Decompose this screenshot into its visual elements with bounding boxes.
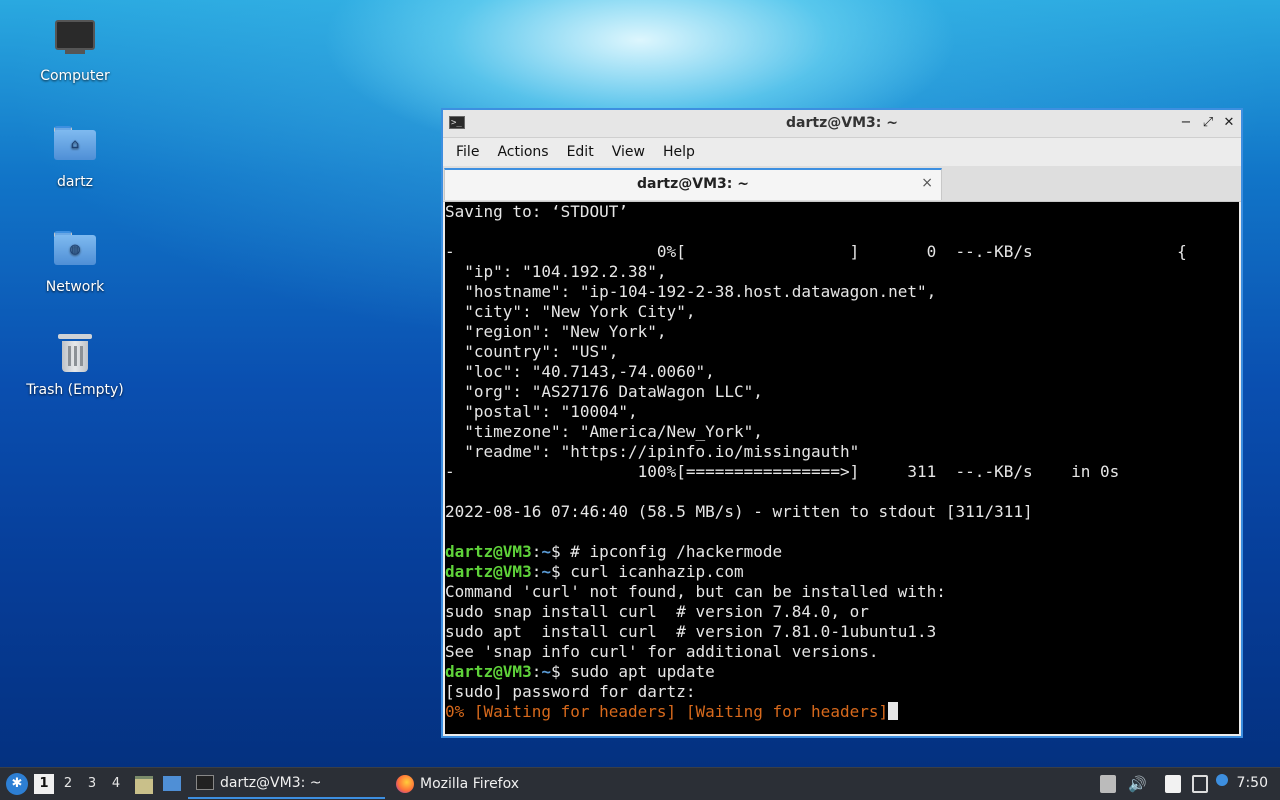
- maximize-button[interactable]: ⤢: [1199, 114, 1217, 132]
- output-line: "hostname": "ip-104-192-2-38.host.datawa…: [445, 282, 937, 301]
- command-text: # ipconfig /hackermode: [570, 542, 783, 561]
- close-button[interactable]: ✕: [1220, 114, 1238, 132]
- workspace-2[interactable]: 2: [58, 774, 78, 794]
- volume-icon[interactable]: 🔊: [1128, 775, 1147, 793]
- output-line: "readme": "https://ipinfo.io/missingauth…: [445, 442, 860, 461]
- network-folder-icon: ◍: [53, 231, 97, 275]
- window-titlebar[interactable]: >_ dartz@VM3: ~ − ⤢ ✕: [443, 110, 1241, 138]
- terminal-console[interactable]: Saving to: ‘STDOUT’ - 0%[ ] 0 --.-KB/s {…: [445, 202, 1239, 734]
- desktop-icon-dartz[interactable]: ⌂ dartz: [15, 120, 135, 190]
- workspace-3[interactable]: 3: [82, 774, 102, 794]
- tab-label: dartz@VM3: ~: [637, 176, 749, 192]
- prompt-end: $: [550, 562, 571, 581]
- command-text: curl icanhazip.com: [570, 562, 744, 581]
- desktop-icon-trash[interactable]: Trash (Empty): [15, 330, 135, 398]
- desktop-icon-label: Network: [45, 279, 105, 295]
- task-firefox[interactable]: Mozilla Firefox: [388, 768, 588, 799]
- desktop-icon-label: Computer: [40, 68, 110, 84]
- start-menu-icon[interactable]: ✱: [6, 773, 28, 795]
- update-notifier-icon[interactable]: [1100, 775, 1116, 793]
- output-line: "region": "New York",: [445, 322, 667, 341]
- prompt-separator: :: [531, 542, 542, 561]
- output-line: - 100%[================>] 311 --.-KB/s i…: [445, 462, 1120, 481]
- tab-bar: dartz@VM3: ~ ×: [443, 166, 1241, 202]
- taskbar: ✱ 1 2 3 4 dartz@VM3: ~ Mozilla Firefox 🔊…: [0, 767, 1280, 800]
- prompt-path: ~: [541, 542, 551, 561]
- prompt-end: $: [550, 542, 571, 561]
- output-line: - 0%[ ] 0 --.-KB/s {: [445, 242, 1187, 261]
- desktop-icon-network[interactable]: ◍ Network: [15, 225, 135, 295]
- output-line: 2022-08-16 07:46:40 (58.5 MB/s) - writte…: [445, 502, 1033, 521]
- desktop-icon-label: dartz: [56, 174, 94, 190]
- task-label: dartz@VM3: ~: [220, 774, 322, 791]
- output-line: sudo snap install curl # version 7.84.0,…: [445, 602, 869, 621]
- output-line: "timezone": "America/New_York",: [445, 422, 763, 441]
- prompt-path: ~: [541, 562, 551, 581]
- prompt-separator: :: [531, 562, 542, 581]
- command-line: dartz@VM3:~$ sudo apt update: [445, 662, 1239, 682]
- show-desktop-icon[interactable]: [163, 776, 181, 791]
- clipboard-icon[interactable]: [1165, 775, 1181, 793]
- clock[interactable]: 7:50: [1237, 775, 1268, 791]
- menu-actions[interactable]: Actions: [488, 138, 557, 166]
- output-line: "org": "AS27176 DataWagon LLC",: [445, 382, 763, 401]
- task-label: Mozilla Firefox: [420, 775, 520, 792]
- prompt-user: dartz@VM3: [445, 562, 532, 581]
- output-line: "loc": "40.7143,-74.0060",: [445, 362, 715, 381]
- menu-bar: File Actions Edit View Help: [443, 138, 1241, 166]
- command-text: sudo apt update: [570, 662, 715, 681]
- desktop-icon-computer[interactable]: Computer: [15, 14, 135, 84]
- network-icon[interactable]: [1192, 775, 1208, 793]
- output-line: "postal": "10004",: [445, 402, 638, 421]
- tab-close-icon[interactable]: ×: [921, 175, 933, 191]
- task-terminal[interactable]: dartz@VM3: ~: [188, 768, 385, 799]
- output-line: See 'snap info curl' for additional vers…: [445, 642, 879, 661]
- output-line: "ip": "104.192.2.38",: [445, 262, 667, 281]
- status-line: 0% [Waiting for headers] [Waiting for he…: [445, 702, 1239, 722]
- prompt-user: dartz@VM3: [445, 542, 532, 561]
- prompt-path: ~: [541, 662, 551, 681]
- terminal-icon: [196, 775, 214, 790]
- output-line: Command 'curl' not found, but can be ins…: [445, 582, 946, 601]
- output-line: "city": "New York City",: [445, 302, 696, 321]
- command-line: dartz@VM3:~$ curl icanhazip.com: [445, 562, 1239, 582]
- trash-icon: [53, 334, 97, 378]
- menu-file[interactable]: File: [447, 138, 488, 166]
- workspace-1[interactable]: 1: [34, 774, 54, 794]
- terminal-window[interactable]: >_ dartz@VM3: ~ − ⤢ ✕ File Actions Edit …: [441, 108, 1243, 738]
- tab-terminal[interactable]: dartz@VM3: ~ ×: [444, 168, 942, 200]
- apt-status: 0% [Waiting for headers] [Waiting for he…: [445, 702, 889, 721]
- prompt-end: $: [550, 662, 571, 681]
- window-title: dartz@VM3: ~: [786, 115, 898, 131]
- menu-help[interactable]: Help: [654, 138, 704, 166]
- file-manager-icon[interactable]: [135, 776, 153, 794]
- home-folder-icon: ⌂: [53, 126, 97, 170]
- computer-icon: [53, 20, 97, 64]
- output-line: sudo apt install curl # version 7.81.0-1…: [445, 622, 937, 641]
- text-cursor: [888, 702, 899, 720]
- command-line: dartz@VM3:~$ # ipconfig /hackermode: [445, 542, 1239, 562]
- sudo-prompt: [sudo] password for dartz:: [445, 682, 696, 701]
- menu-edit[interactable]: Edit: [558, 138, 603, 166]
- desktop-icon-label: Trash (Empty): [26, 382, 124, 398]
- prompt-separator: :: [531, 662, 542, 681]
- output-line: "country": "US",: [445, 342, 619, 361]
- firefox-icon: [396, 774, 414, 793]
- minimize-button[interactable]: −: [1177, 114, 1195, 132]
- menu-view[interactable]: View: [603, 138, 654, 166]
- notification-icon[interactable]: [1216, 774, 1228, 786]
- output-line: Saving to: ‘STDOUT’: [445, 202, 629, 221]
- prompt-user: dartz@VM3: [445, 662, 532, 681]
- workspace-4[interactable]: 4: [106, 774, 126, 794]
